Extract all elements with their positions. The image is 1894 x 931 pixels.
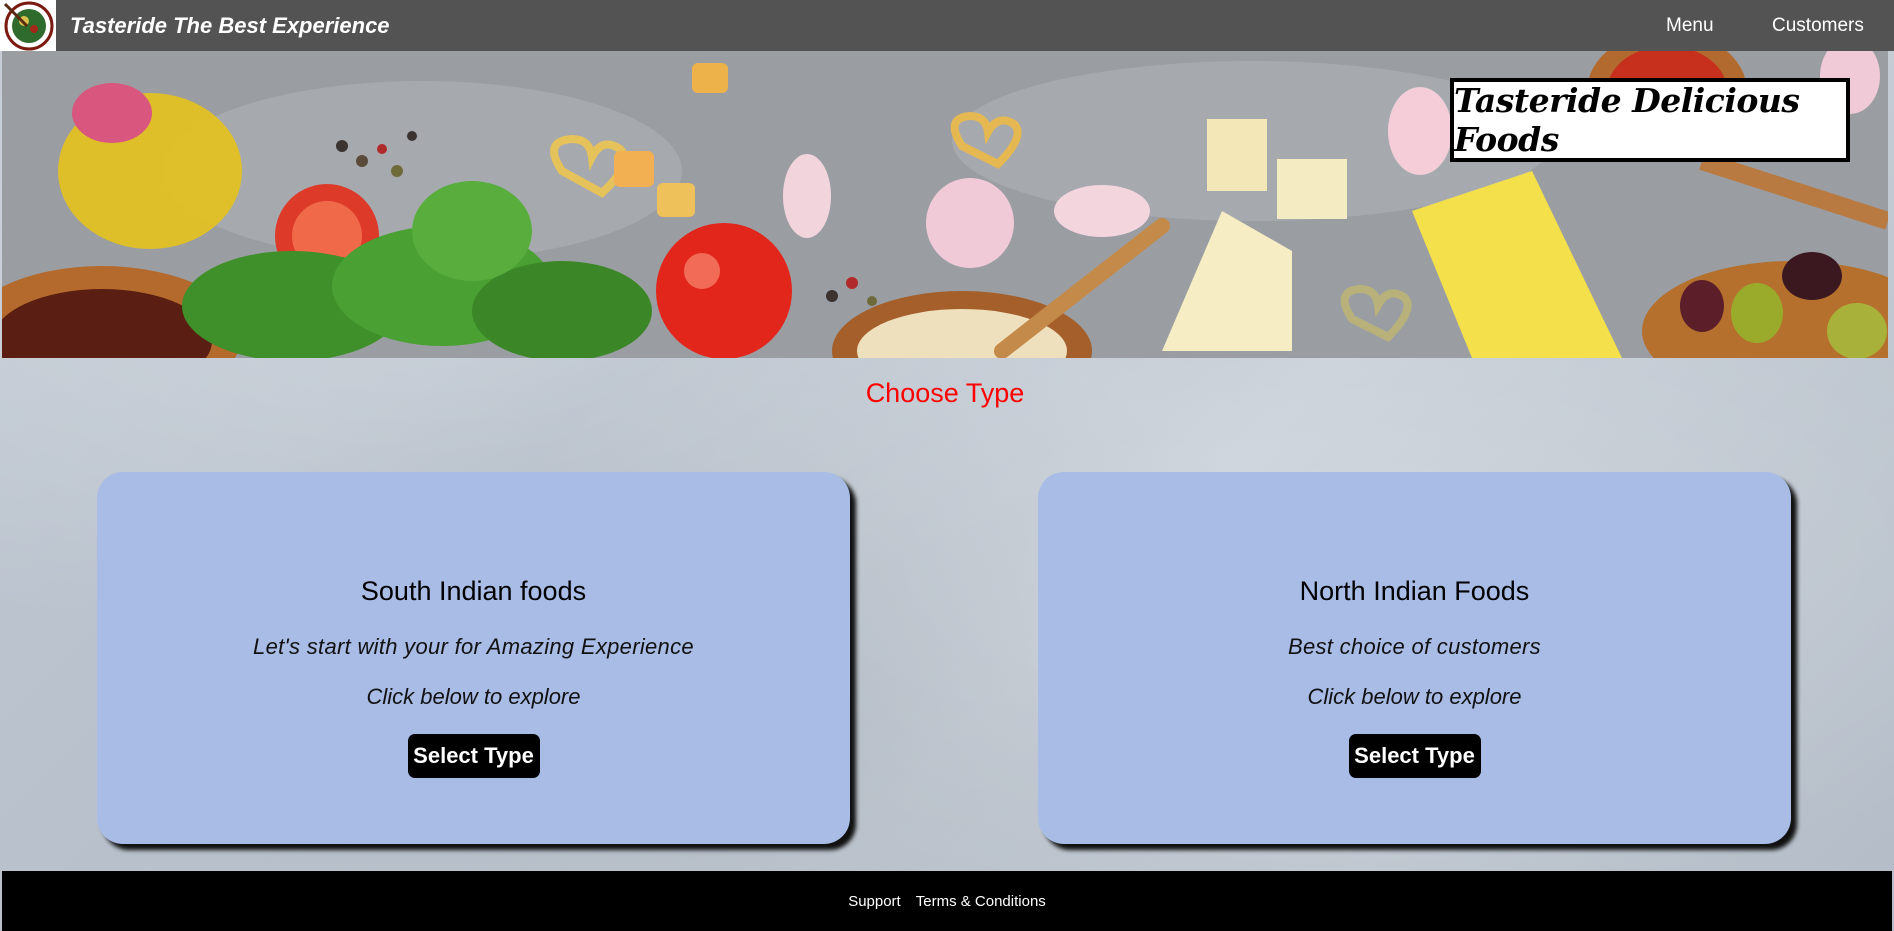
footer-link-support[interactable]: Support: [848, 893, 901, 910]
hero-title: Tasteride Delicious Foods: [1454, 81, 1800, 159]
card-north-indian: North Indian Foods Best choice of custom…: [1038, 472, 1791, 844]
card-title: North Indian Foods: [1299, 576, 1530, 606]
card-description: Best choice of customers: [1288, 634, 1541, 659]
card-south-indian: South Indian foods Let's start with your…: [97, 472, 850, 844]
section-title: Choose Type: [865, 378, 1025, 408]
card-hint: Click below to explore: [366, 684, 581, 709]
nav-link-customers[interactable]: Customers: [1772, 15, 1864, 37]
card-hint: Click below to explore: [1307, 684, 1522, 709]
select-type-button-south[interactable]: Select Type: [407, 734, 540, 778]
nav-link-menu[interactable]: Menu: [1666, 15, 1714, 37]
select-type-button-north[interactable]: Select Type: [1348, 734, 1481, 778]
card-title: South Indian foods: [360, 576, 587, 606]
hero-banner: Tasteride Delicious Foods: [2, 51, 1888, 358]
hero-title-box: Tasteride Delicious Foods: [1450, 78, 1850, 162]
top-navbar: Tasteride The Best Experience Menu Custo…: [0, 0, 1894, 51]
card-description: Let's start with your for Amazing Experi…: [253, 634, 694, 659]
footer-link-terms[interactable]: Terms & Conditions: [916, 893, 1046, 910]
brand-title[interactable]: Tasteride The Best Experience: [70, 13, 390, 39]
footer: Support Terms & Conditions: [2, 871, 1892, 931]
food-plate-logo-icon[interactable]: [0, 0, 56, 51]
